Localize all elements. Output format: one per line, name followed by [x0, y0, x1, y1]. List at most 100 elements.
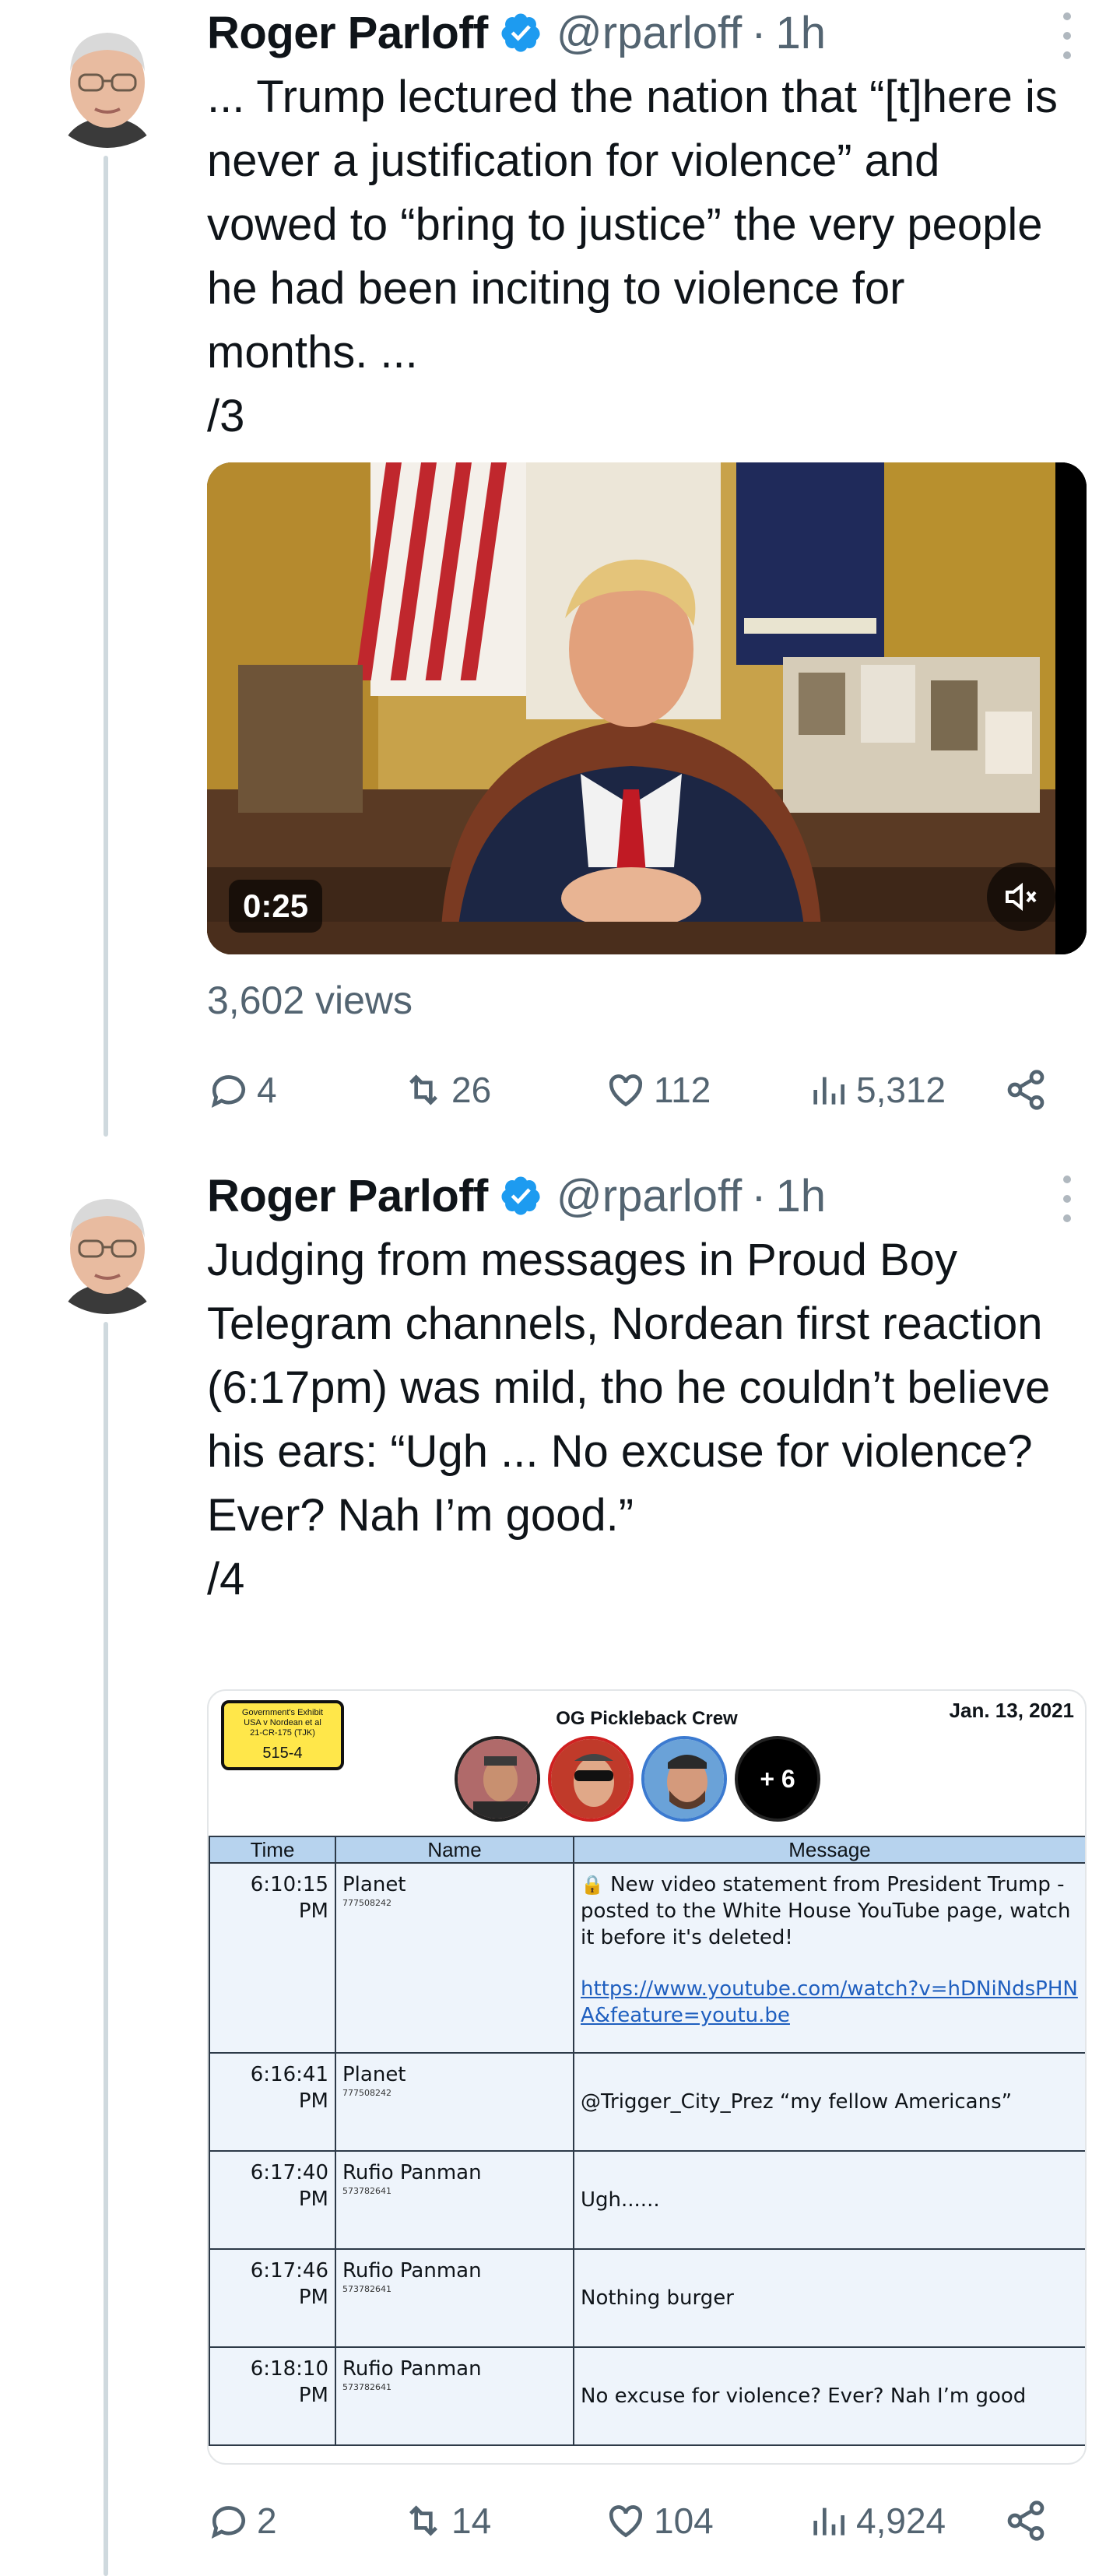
thread-connector-line — [104, 1322, 108, 2576]
like-button[interactable]: 112 — [604, 1059, 711, 1121]
tweet-timestamp[interactable]: 1h — [776, 1170, 827, 1222]
reply-count: 2 — [257, 2500, 277, 2541]
repost-button[interactable]: 14 — [402, 2490, 491, 2552]
message-text: Ugh...... — [581, 2188, 660, 2212]
sender-name: Rufio Panman — [342, 2161, 482, 2184]
more-options-icon[interactable] — [1056, 12, 1078, 59]
like-icon — [609, 2505, 643, 2538]
message-cell: Nothing burger — [573, 2248, 1085, 2348]
video-thumbnail — [207, 462, 1087, 954]
sender-id: 573782641 — [342, 2284, 391, 2294]
time-ampm: PM — [298, 2188, 328, 2211]
avatar[interactable] — [39, 11, 176, 148]
video-duration: 0:25 — [229, 880, 323, 933]
time-value: 6:17:46 — [250, 2259, 328, 2283]
message-cell: No excuse for violence? Ever? Nah I’m go… — [573, 2346, 1085, 2446]
name-cell: Rufio Panman 573782641 — [335, 2346, 574, 2446]
member-avatar — [455, 1736, 540, 1822]
separator-dot: · — [751, 7, 767, 58]
author-handle[interactable]: @rparloff — [556, 7, 742, 59]
sender-name: Rufio Panman — [342, 2357, 482, 2381]
thread-connector-line — [104, 156, 108, 1137]
tweet-text: ... Trump lectured the nation that “[t]h… — [207, 72, 1058, 441]
message-text: New video statement from President Trump… — [581, 1873, 1071, 1949]
sender-id: 573782641 — [342, 2186, 391, 2196]
exhibit-date: Jan. 13, 2021 — [949, 1699, 1074, 1722]
table-row: 6:18:10 PM Rufio Panman 573782641 No exc… — [209, 2346, 1085, 2446]
separator-dot: · — [751, 1170, 767, 1221]
table-row: 6:10:15 PM Planet 777508242 🔒 New video … — [209, 1862, 1085, 2054]
more-options-icon[interactable] — [1056, 1176, 1078, 1222]
repost-button[interactable]: 26 — [402, 1059, 491, 1121]
reply-button[interactable]: 2 — [207, 2490, 277, 2552]
analytics-button[interactable]: 5,312 — [806, 1059, 946, 1121]
exhibit-image[interactable]: Government's Exhibit USA v Nordean et al… — [207, 1689, 1087, 2465]
tweet-actions: 2 14 104 4,924 — [207, 2490, 1071, 2552]
tweet-header: Roger Parloff @rparloff · 1h — [207, 1165, 826, 1227]
time-value: 6:10:15 — [250, 1873, 328, 1896]
repost-count: 14 — [451, 2500, 492, 2541]
exhibit-number: 515-4 — [262, 1745, 303, 1762]
message-link: https://www.youtube.com/watch?v=hDNiNdsP… — [581, 1977, 1078, 2027]
like-icon — [609, 1074, 643, 1107]
like-button[interactable]: 104 — [604, 2490, 714, 2552]
tweet-header: Roger Parloff @rparloff · 1h — [207, 2, 826, 64]
analytics-count: 4,924 — [856, 2500, 946, 2541]
share-button[interactable] — [1004, 1059, 1054, 1121]
author-name[interactable]: Roger Parloff — [207, 1170, 488, 1222]
analytics-button[interactable]: 4,924 — [806, 2490, 946, 2552]
column-header-time: Time — [209, 1836, 336, 1864]
repost-count: 26 — [451, 1070, 492, 1110]
tweet-timestamp[interactable]: 1h — [776, 7, 827, 59]
tweet-text: Judging from messages in Proud Boy Teleg… — [207, 1235, 1051, 1604]
time-cell: 6:10:15 PM — [209, 1862, 336, 2054]
reply-button[interactable]: 4 — [207, 1059, 277, 1121]
share-icon — [1007, 1070, 1045, 1110]
time-ampm: PM — [298, 2286, 328, 2309]
message-text: @Trigger_City_Prez “my fellow Americans” — [581, 2090, 1013, 2114]
time-cell: 6:16:41 PM — [209, 2052, 336, 2152]
message-cell: Ugh...... — [573, 2150, 1085, 2250]
name-cell: Planet 777508242 — [335, 1862, 574, 2054]
analytics-icon — [813, 1077, 844, 1105]
sender-name: Planet — [342, 2063, 406, 2086]
avatar[interactable] — [39, 1177, 176, 1314]
table-row: 6:16:41 PM Planet 777508242 @Trigger_Cit… — [209, 2052, 1085, 2152]
repost-icon — [409, 2505, 437, 2536]
sender-name: Rufio Panman — [342, 2259, 482, 2283]
time-ampm: PM — [298, 2384, 328, 2407]
time-value: 6:16:41 — [250, 2063, 328, 2086]
share-button[interactable] — [1004, 2490, 1054, 2552]
video-player[interactable]: 0:25 — [207, 462, 1087, 954]
sender-id: 777508242 — [342, 2088, 391, 2098]
tweet-actions: 4 26 112 5,312 — [207, 1059, 1071, 1121]
member-avatar — [548, 1736, 634, 1822]
time-value: 6:18:10 — [250, 2357, 328, 2381]
message-cell: @Trigger_City_Prez “my fellow Americans” — [573, 2052, 1085, 2152]
table-row: 6:17:40 PM Rufio Panman 573782641 Ugh...… — [209, 2150, 1085, 2250]
time-value: 6:17:40 — [250, 2161, 328, 2184]
table-header-row: Time Name Message — [209, 1836, 1085, 1864]
like-count: 104 — [654, 2500, 714, 2541]
message-cell: 🔒 New video statement from President Tru… — [573, 1862, 1085, 2054]
reply-icon — [211, 1075, 245, 1109]
time-cell: 6:17:40 PM — [209, 2150, 336, 2250]
time-ampm: PM — [298, 2089, 328, 2113]
column-header-name: Name — [335, 1836, 574, 1864]
sender-id: 777508242 — [342, 1898, 391, 1908]
name-cell: Planet 777508242 — [335, 2052, 574, 2152]
reply-icon — [211, 2506, 245, 2539]
views-count[interactable]: 3,602 views — [207, 978, 413, 1023]
chat-log-table: Time Name Message 6:10:15 PM Planet 7775… — [209, 1836, 1085, 2446]
mute-icon[interactable] — [987, 863, 1055, 931]
time-cell: 6:18:10 PM — [209, 2346, 336, 2446]
message-text: Nothing burger — [581, 2286, 734, 2310]
analytics-count: 5,312 — [856, 1070, 946, 1110]
name-cell: Rufio Panman 573782641 — [335, 2150, 574, 2250]
sender-name: Planet — [342, 1873, 406, 1896]
author-name[interactable]: Roger Parloff — [207, 7, 488, 59]
author-handle[interactable]: @rparloff — [556, 1170, 742, 1222]
lock-icon: 🔒 — [581, 1874, 604, 1896]
analytics-icon — [813, 2507, 844, 2536]
time-cell: 6:17:46 PM — [209, 2248, 336, 2348]
